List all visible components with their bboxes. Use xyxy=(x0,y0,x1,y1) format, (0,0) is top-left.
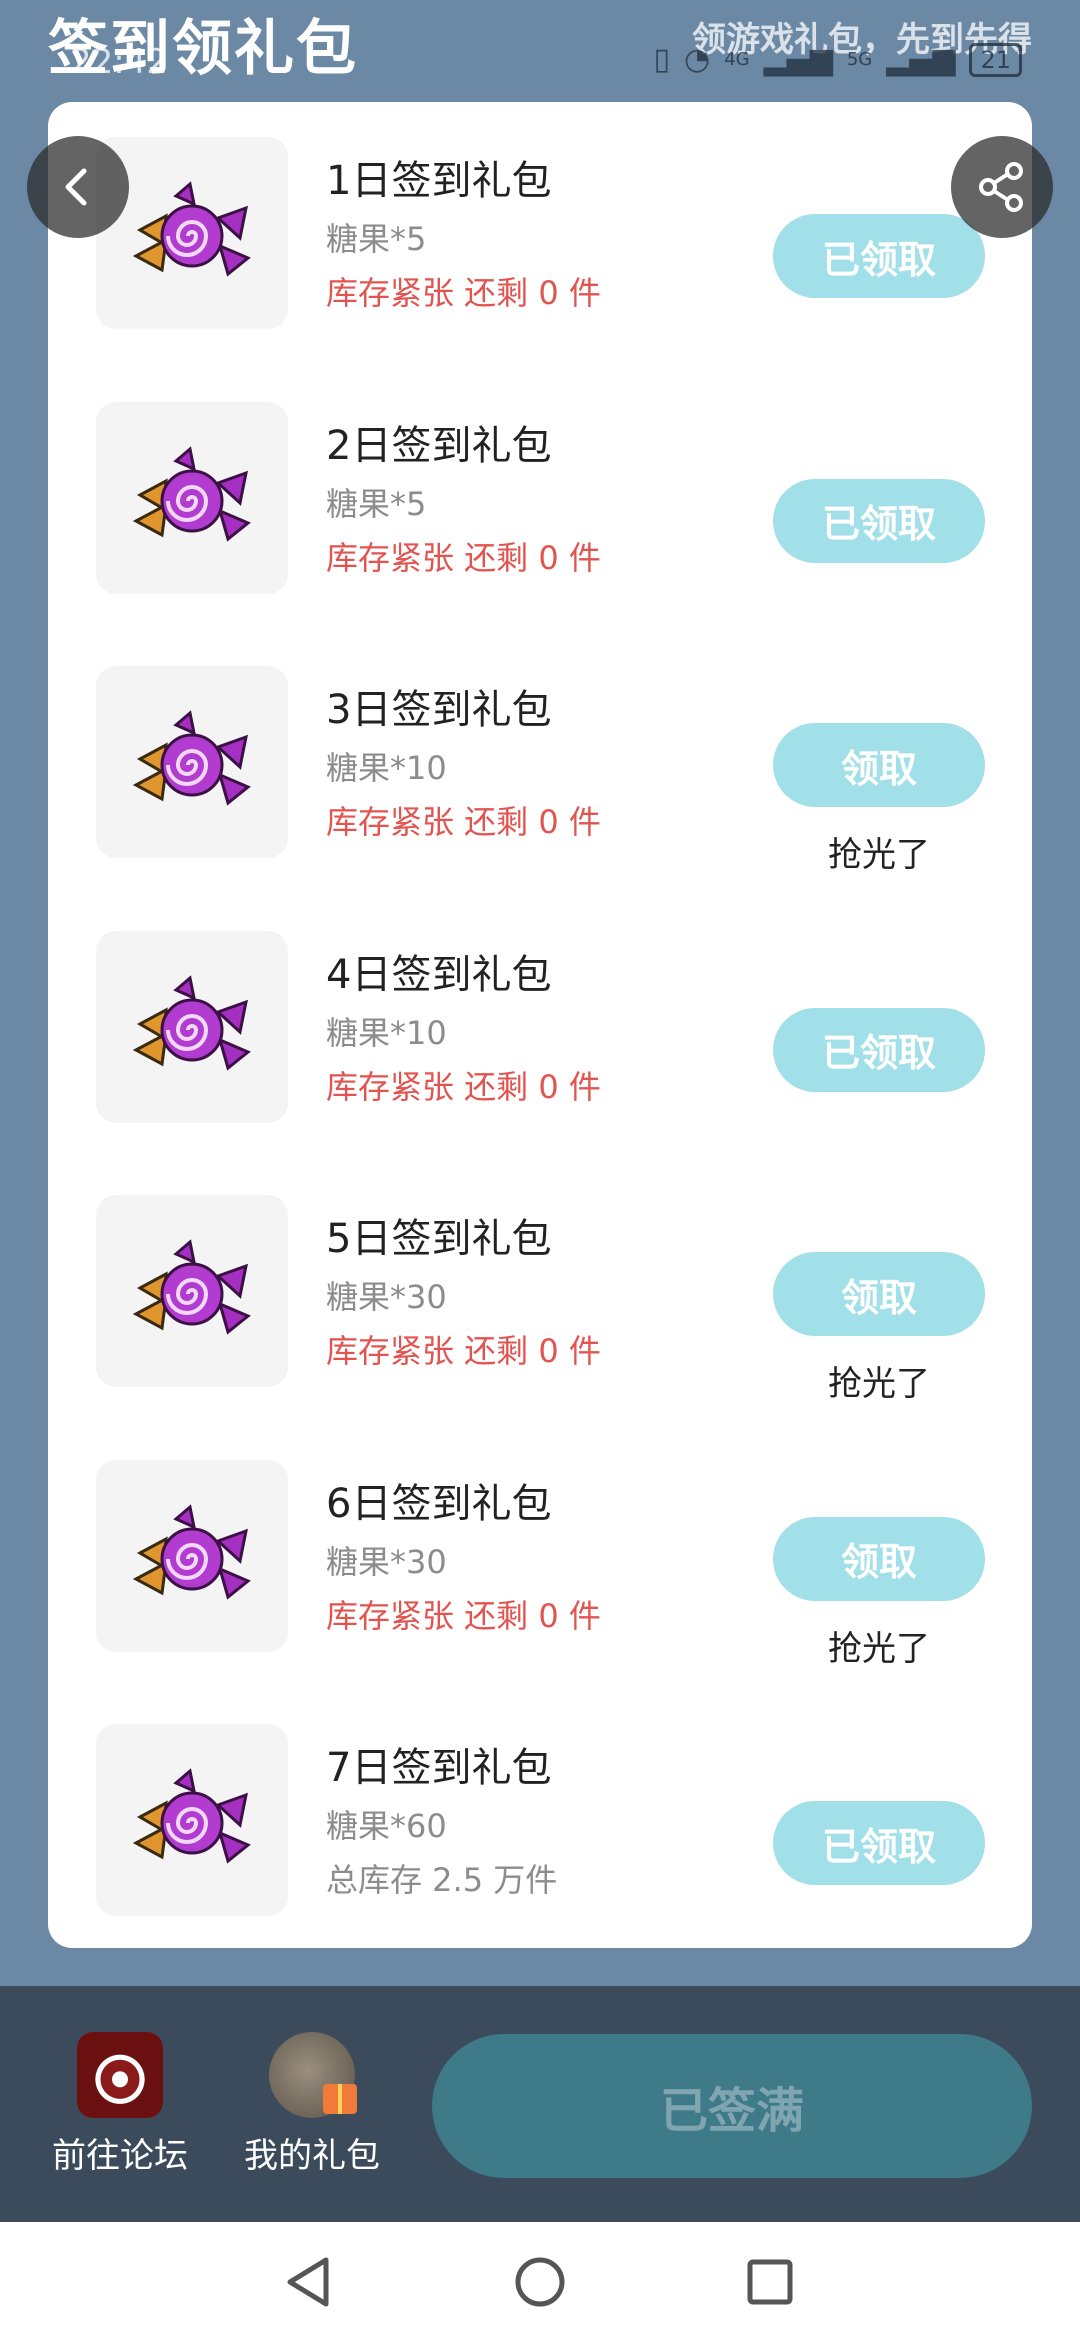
network-5g-label: 5G xyxy=(846,49,873,70)
gift-title: 5日签到礼包 xyxy=(326,1216,552,1262)
candy-icon xyxy=(132,181,251,277)
gift-title: 2日签到礼包 xyxy=(326,422,552,469)
gift-title: 3日签到礼包 xyxy=(326,687,552,733)
status-time: 22:42 xyxy=(70,42,168,82)
battery-icon: 21 xyxy=(969,42,1022,77)
gift-thumbnail xyxy=(96,1724,288,1916)
claim-button[interactable]: 已领取 xyxy=(773,214,985,298)
sold-out-label: 抢光了 xyxy=(828,1364,930,1404)
gift-title: 7日签到礼包 xyxy=(326,1745,552,1791)
candy-icon xyxy=(132,1768,251,1864)
claim-button[interactable]: 领取 xyxy=(773,1516,985,1601)
top-bar: 签到领礼包 22:42 领游戏礼包，先到先得 ▯ ◔ 4G ▂▄▆ 5G ▂▄▆… xyxy=(0,0,1080,100)
gift-stock: 库存紧张 还剩 0 件 xyxy=(326,274,601,312)
gift-stock: 总库存 2.5 万件 xyxy=(326,1861,558,1899)
share-button[interactable] xyxy=(951,136,1053,238)
gift-reward: 糖果*10 xyxy=(326,749,447,787)
gift-title: 1日签到礼包 xyxy=(326,158,552,204)
game-logo-icon xyxy=(77,2032,163,2118)
my-gifts-link-label: 我的礼包 xyxy=(244,2136,380,2176)
gift-row: 1日签到礼包 糖果*5 库存紧张 还剩 0 件 已领取 xyxy=(48,102,1032,366)
candy-icon xyxy=(132,974,251,1071)
back-arrow-icon xyxy=(65,168,87,206)
gift-row: 4日签到礼包 糖果*10 库存紧张 还剩 0 件 已领取 xyxy=(48,896,1032,1160)
signal-icon: ▂▄▆ xyxy=(763,42,833,77)
nav-back-icon[interactable] xyxy=(274,2246,346,2318)
gift-reward: 糖果*5 xyxy=(326,484,427,523)
candy-icon xyxy=(132,710,251,806)
system-nav-bar xyxy=(0,2222,1080,2340)
gift-box-icon xyxy=(269,2032,357,2118)
claim-button[interactable]: 领取 xyxy=(773,1252,985,1336)
gift-reward: 糖果*30 xyxy=(326,1278,447,1316)
gift-stock: 库存紧张 还剩 0 件 xyxy=(326,1596,601,1635)
gift-title: 4日签到礼包 xyxy=(326,951,552,998)
status-icons: ▯ ◔ 4G ▂▄▆ 5G ▂▄▆ 21 xyxy=(653,42,1022,77)
gift-thumbnail xyxy=(96,401,288,594)
sold-out-label: 抢光了 xyxy=(828,1628,930,1669)
my-gifts-link[interactable]: 我的礼包 xyxy=(232,2032,392,2177)
forum-link[interactable]: 前往论坛 xyxy=(40,2032,200,2177)
claim-button[interactable]: 已领取 xyxy=(773,478,985,563)
signal-icon: ▂▄▆ xyxy=(886,42,956,77)
nav-recents-icon[interactable] xyxy=(734,2246,806,2318)
claim-button[interactable]: 领取 xyxy=(773,723,985,807)
candy-icon xyxy=(132,1503,251,1600)
gift-reward: 糖果*10 xyxy=(326,1013,447,1052)
candy-icon xyxy=(132,1239,251,1335)
gift-row: 5日签到礼包 糖果*30 库存紧张 还剩 0 件 领取 抢光了 xyxy=(48,1160,1032,1424)
gift-title: 6日签到礼包 xyxy=(326,1480,552,1527)
claim-button[interactable]: 已领取 xyxy=(773,1801,985,1885)
gift-stock: 库存紧张 还剩 0 件 xyxy=(326,1332,601,1370)
gift-stock: 库存紧张 还剩 0 件 xyxy=(326,538,601,577)
gift-list-card: 1日签到礼包 糖果*5 库存紧张 还剩 0 件 已领取 2日签到礼包 糖果*5 … xyxy=(48,102,1032,1948)
sold-out-label: 抢光了 xyxy=(828,835,930,875)
gift-reward: 糖果*5 xyxy=(326,220,427,258)
signed-full-button[interactable]: 已签满 xyxy=(432,2034,1032,2178)
bottom-action-bar: 前往论坛 我的礼包 已签满 xyxy=(0,1986,1080,2222)
candy-icon xyxy=(132,445,251,542)
gift-stock: 库存紧张 还剩 0 件 xyxy=(326,1067,601,1106)
back-button[interactable] xyxy=(27,136,129,238)
gift-thumbnail xyxy=(96,930,288,1123)
nav-home-icon[interactable] xyxy=(504,2246,576,2318)
vibrate-icon: ▯ xyxy=(653,42,671,77)
share-icon xyxy=(979,162,1023,212)
forum-link-label: 前往论坛 xyxy=(52,2136,188,2176)
gift-thumbnail xyxy=(96,666,288,858)
gift-row: 2日签到礼包 糖果*5 库存紧张 还剩 0 件 已领取 xyxy=(48,367,1032,631)
gift-thumbnail xyxy=(96,1459,288,1652)
gift-row: 7日签到礼包 糖果*60 总库存 2.5 万件 已领取 xyxy=(48,1689,1032,1953)
wifi-icon: ◔ xyxy=(684,42,711,77)
claim-button[interactable]: 已领取 xyxy=(773,1007,985,1092)
gift-reward: 糖果*30 xyxy=(326,1542,447,1581)
gift-stock: 库存紧张 还剩 0 件 xyxy=(326,803,601,841)
gift-reward: 糖果*60 xyxy=(326,1807,447,1845)
gift-thumbnail xyxy=(96,1195,288,1387)
gift-row: 6日签到礼包 糖果*30 库存紧张 还剩 0 件 领取 抢光了 xyxy=(48,1425,1032,1689)
gift-row: 3日签到礼包 糖果*10 库存紧张 还剩 0 件 领取 抢光了 xyxy=(48,631,1032,895)
network-4g-label: 4G xyxy=(724,49,750,70)
